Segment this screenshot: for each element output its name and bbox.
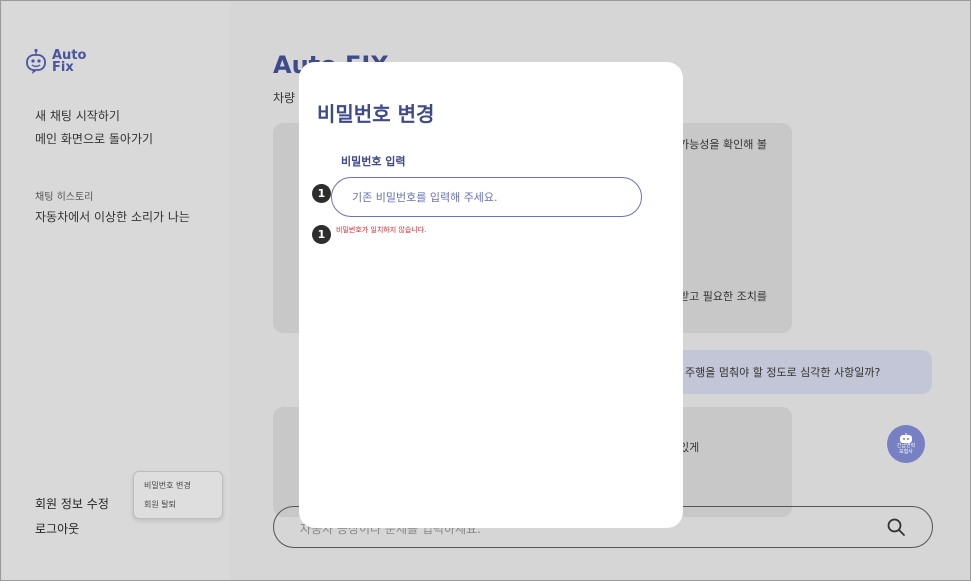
chat-history-caption: 채팅 히스토리: [35, 192, 94, 203]
chat-history-item[interactable]: 자동차에서 이상한 소리가 나는: [35, 208, 190, 225]
user-message-text: 주행을 멈춰야 할 정도로 심각한 사항일까?: [685, 366, 881, 379]
withdraw-menu-item[interactable]: 회원 탈퇴: [144, 499, 176, 510]
change-password-modal: 비밀번호 변경 비밀번호 입력 비밀번호가 일치하지 않습니다.: [299, 62, 683, 528]
emergency-badge-line2: 보험사: [899, 449, 913, 455]
change-password-menu-item[interactable]: 비밀번호 변경: [144, 480, 191, 491]
search-icon[interactable]: [886, 517, 906, 537]
robot-logo-icon: [26, 48, 46, 74]
logo[interactable]: Auto Fix: [24, 48, 86, 76]
user-message-bubble: 주행을 멈춰야 할 정도로 심각한 사항일까?: [669, 350, 932, 394]
logo-text-line2: Fix: [52, 60, 74, 75]
back-to-main-link[interactable]: 메인 화면으로 돌아가기: [35, 130, 153, 147]
emergency-contact-button[interactable]: 긴급연락 보험사: [887, 425, 925, 463]
assistant-message-peek-top: 가능성을 확인해 볼: [679, 138, 767, 151]
new-chat-link[interactable]: 새 채팅 시작하기: [35, 107, 120, 124]
edit-profile-button[interactable]: 회원 정보 수정: [35, 495, 109, 512]
logout-button[interactable]: 로그아웃: [35, 520, 79, 537]
profile-popover: 비밀번호 변경 회원 탈퇴: [133, 471, 223, 519]
modal-title: 비밀번호 변경: [317, 102, 435, 126]
password-field-label: 비밀번호 입력: [341, 155, 406, 168]
annotation-marker-2: 1: [312, 225, 331, 244]
robot-mini-icon: [900, 433, 912, 443]
annotation-marker-1: 1: [312, 184, 331, 203]
password-error-message: 비밀번호가 일치하지 않습니다.: [336, 226, 427, 234]
app-frame: Auto Fix 새 채팅 시작하기 메인 화면으로 돌아가기 채팅 히스토리 …: [0, 0, 971, 581]
sidebar: Auto Fix 새 채팅 시작하기 메인 화면으로 돌아가기 채팅 히스토리 …: [2, 2, 230, 580]
main-subtitle: 차량: [273, 91, 296, 105]
current-password-input[interactable]: [331, 177, 642, 217]
assistant-message-peek-bottom: 받고 필요한 조치를: [679, 290, 767, 303]
